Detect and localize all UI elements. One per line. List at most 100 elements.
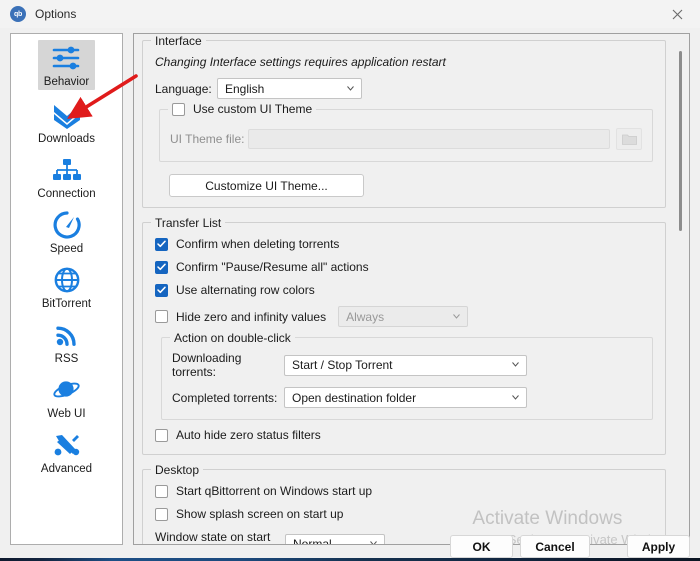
sidebar-item-behavior[interactable]: Behavior: [11, 34, 122, 93]
downloading-action-label: Downloading torrents:: [172, 351, 242, 379]
sidebar-item-label: Advanced: [40, 463, 93, 475]
sidebar-item-web-ui[interactable]: Web UI: [11, 368, 122, 423]
completed-action-label: Completed torrents:: [172, 390, 278, 405]
sliders-icon: [44, 42, 88, 74]
checkbox-label: Use alternating row colors: [176, 283, 315, 297]
completed-action-row: Completed torrents: Open destination fol…: [172, 387, 642, 408]
restart-note: Changing Interface settings requires app…: [155, 55, 446, 69]
hide-zero-values-row: Hide zero and infinity values Always: [155, 306, 653, 327]
hide-zero-values-value: Always: [346, 309, 385, 324]
chevron-down-icon: [347, 85, 354, 91]
vertical-scrollbar[interactable]: [673, 35, 688, 544]
checkbox-box: [155, 428, 168, 442]
alternating-row-colors-checkbox[interactable]: Use alternating row colors: [155, 283, 653, 297]
sidebar-item-label: Behavior: [43, 76, 90, 88]
double-click-group-title: Action on double-click: [170, 331, 295, 345]
close-glyph: [672, 9, 683, 19]
window-title: Options: [35, 7, 77, 21]
sidebar-item-connection[interactable]: Connection: [11, 148, 122, 203]
start-on-windows-startup-checkbox[interactable]: Start qBittorrent on Windows start up: [155, 484, 653, 498]
sidebar-item-advanced[interactable]: Advanced: [11, 423, 122, 478]
theme-file-label: UI Theme file:: [170, 132, 245, 146]
use-custom-theme-checkbox[interactable]: Use custom UI Theme: [168, 102, 317, 116]
options-dialog: qb Options Behavior Downloads Connection…: [0, 0, 700, 561]
confirm-delete-checkbox[interactable]: Confirm when deleting torrents: [155, 237, 653, 251]
use-custom-theme-label: Use custom UI Theme: [193, 102, 313, 116]
folder-icon: [621, 134, 637, 145]
custom-theme-subgroup: Use custom UI Theme UI Theme file:: [159, 102, 653, 162]
scrollbar-thumb[interactable]: [679, 51, 682, 231]
language-row: Language: English: [155, 78, 653, 99]
settings-panel: Interface Changing Interface settings re…: [134, 34, 674, 544]
sidebar-item-label: Web UI: [47, 408, 86, 420]
language-value: English: [225, 81, 265, 96]
cancel-button[interactable]: Cancel: [520, 535, 590, 558]
rss-icon: [45, 319, 89, 351]
start-on-windows-startup-label: Start qBittorrent on Windows start up: [176, 484, 373, 498]
hide-zero-values-checkbox[interactable]: [155, 310, 168, 323]
checkbox-label: Confirm "Pause/Resume all" actions: [176, 260, 369, 274]
desktop-group-title: Desktop: [151, 463, 204, 477]
interface-group-title: Interface: [151, 34, 206, 48]
sidebar-item-bittorrent[interactable]: BitTorrent: [11, 258, 122, 313]
chevron-down-icon: [512, 362, 519, 367]
theme-file-input[interactable]: [248, 129, 610, 149]
ok-button-label: OK: [472, 539, 491, 554]
language-label: Language:: [155, 81, 212, 96]
title-bar: qb Options: [0, 0, 700, 28]
qbittorrent-logo-icon: qb: [10, 6, 26, 22]
tools-icon: [45, 429, 89, 461]
auto-hide-zero-filters-label: Auto hide zero status filters: [176, 428, 321, 442]
browse-theme-file-button[interactable]: [616, 128, 642, 150]
sidebar-item-label: RSS: [54, 353, 79, 365]
sidebar-item-downloads[interactable]: Downloads: [11, 93, 122, 148]
sidebar-item-label: Speed: [49, 243, 84, 255]
globe-icon: [45, 264, 89, 296]
confirm-pause-resume-checkbox[interactable]: Confirm "Pause/Resume all" actions: [155, 260, 653, 274]
sidebar-item-rss[interactable]: RSS: [11, 313, 122, 368]
hide-zero-values-select[interactable]: Always: [338, 306, 469, 327]
downloading-action-select[interactable]: Start / Stop Torrent: [284, 354, 527, 376]
transfer-list-group-title: Transfer List: [151, 216, 226, 230]
checkbox-box: [155, 237, 168, 251]
checkbox-box: [155, 484, 168, 498]
interface-group: Interface Changing Interface settings re…: [142, 34, 666, 208]
show-splash-screen-checkbox[interactable]: Show splash screen on start up: [155, 507, 653, 521]
downloading-action-row: Downloading torrents: Start / Stop Torre…: [172, 351, 642, 379]
sidebar-item-label: Connection: [37, 188, 96, 200]
sidebar-item-label: Downloads: [38, 133, 95, 145]
customize-ui-theme-label: Customize UI Theme...: [205, 178, 328, 193]
chevron-down-icon: [512, 394, 519, 400]
dialog-button-bar: OK Cancel Apply: [0, 529, 700, 561]
sidebar-item-speed[interactable]: Speed: [11, 203, 122, 258]
checkbox-label: Confirm when deleting torrents: [176, 237, 340, 251]
cancel-button-label: Cancel: [535, 539, 575, 554]
close-icon[interactable]: [655, 0, 700, 28]
double-chevron-down-icon: [45, 99, 89, 131]
check-icon: [157, 240, 166, 248]
apply-button[interactable]: Apply: [627, 535, 690, 558]
apply-button-label: Apply: [641, 539, 676, 554]
check-icon: [157, 263, 166, 271]
completed-action-value: Open destination folder: [292, 390, 417, 405]
double-click-subgroup: Action on double-click Downloading torre…: [161, 331, 653, 420]
downloading-action-value: Start / Stop Torrent: [292, 358, 393, 372]
ok-button[interactable]: OK: [450, 535, 513, 558]
language-select[interactable]: English: [217, 78, 362, 99]
speedometer-icon: [45, 209, 89, 241]
sidebar-item-label: BitTorrent: [41, 298, 92, 310]
completed-action-select[interactable]: Open destination folder: [284, 387, 527, 408]
check-icon: [157, 286, 166, 294]
network-tree-icon: [45, 154, 89, 186]
show-splash-screen-label: Show splash screen on start up: [176, 507, 344, 521]
transfer-list-group: Transfer List Confirm when deleting torr…: [142, 216, 666, 455]
settings-scroll-area: Interface Changing Interface settings re…: [133, 33, 690, 545]
auto-hide-zero-filters-checkbox[interactable]: Auto hide zero status filters: [155, 428, 653, 442]
settings-category-sidebar[interactable]: Behavior Downloads Connection Speed BitT…: [10, 33, 123, 545]
hide-zero-values-label: Hide zero and infinity values: [176, 309, 327, 324]
customize-ui-theme-button[interactable]: Customize UI Theme...: [169, 174, 364, 197]
checkbox-box: [155, 507, 168, 521]
chevron-down-icon: [453, 313, 460, 319]
checkbox-box: [155, 283, 168, 297]
planet-icon: [45, 374, 89, 406]
